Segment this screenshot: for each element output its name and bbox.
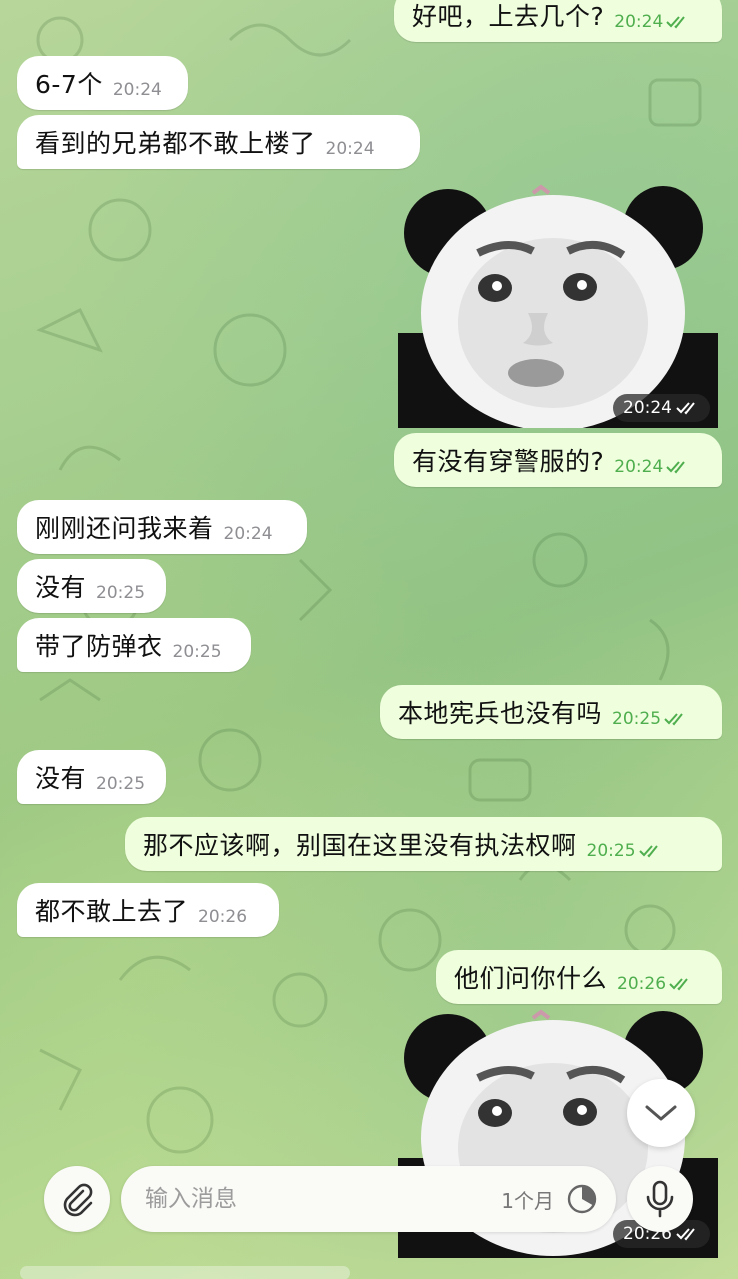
message-bubble-outgoing[interactable]: 他们问你什么 20:26 [436, 950, 722, 1004]
message-time: 20:24 [325, 139, 375, 159]
scroll-to-bottom-button[interactable] [627, 1079, 695, 1147]
message-bubble-incoming[interactable]: 刚刚还问我来着 20:24 [17, 500, 307, 554]
panda-face-sticker [398, 184, 718, 428]
message-time: 20:25 [586, 841, 636, 861]
message-bubble-outgoing[interactable]: 有没有穿警服的? 20:24 [394, 433, 722, 487]
read-receipt-icon [676, 402, 695, 415]
read-receipt-icon [666, 461, 686, 474]
message-text: 都不敢上去了 [35, 897, 189, 926]
message-time: 20:26 [617, 974, 667, 994]
self-destruct-timer-icon[interactable] [566, 1183, 598, 1215]
message-text: 6-7个 [35, 70, 103, 99]
sticker-time-badge: 20:24 [613, 394, 710, 422]
message-bubble-incoming[interactable]: 没有 20:25 [17, 559, 166, 613]
message-text: 好吧，上去几个? [412, 2, 605, 31]
message-time: 20:24 [623, 398, 672, 418]
chevron-down-icon [645, 1105, 677, 1121]
attach-button[interactable] [44, 1166, 110, 1232]
message-text: 看到的兄弟都不敢上楼了 [35, 129, 316, 158]
message-text: 有没有穿警服的? [412, 447, 605, 476]
message-text: 刚刚还问我来着 [35, 514, 214, 543]
voice-record-button[interactable] [627, 1166, 693, 1232]
message-text: 带了防弹衣 [35, 632, 163, 661]
message-time: 20:25 [96, 583, 146, 603]
read-receipt-icon [676, 1228, 695, 1241]
message-time: 20:25 [172, 642, 222, 662]
message-time: 20:24 [223, 524, 273, 544]
microphone-icon [646, 1180, 674, 1218]
message-time: 20:25 [96, 774, 146, 794]
message-text: 本地宪兵也没有吗 [398, 699, 603, 728]
read-receipt-icon [669, 978, 688, 991]
message-bubble-incoming[interactable]: 带了防弹衣 20:25 [17, 618, 251, 672]
home-indicator [20, 1266, 350, 1279]
message-bubble-outgoing[interactable]: 好吧，上去几个? 20:24 [394, 0, 722, 42]
message-time: 20:24 [614, 457, 664, 477]
message-text: 没有 [35, 573, 87, 602]
message-time: 20:24 [614, 12, 664, 32]
read-receipt-icon [664, 713, 683, 726]
message-bubble-outgoing[interactable]: 本地宪兵也没有吗 20:25 [380, 685, 722, 739]
self-destruct-timer-label[interactable]: 1个月 [501, 1185, 554, 1214]
message-composer[interactable]: 1个月 [121, 1166, 616, 1232]
message-bubble-outgoing[interactable]: 那不应该啊，别国在这里没有执法权啊 20:25 [125, 817, 722, 871]
message-time: 20:26 [198, 907, 248, 927]
sticker-message[interactable]: 20:24 [398, 183, 718, 428]
message-time: 20:24 [112, 80, 162, 100]
message-text: 没有 [35, 764, 87, 793]
read-receipt-icon [666, 16, 686, 29]
read-receipt-icon [638, 845, 658, 858]
message-text: 他们问你什么 [454, 964, 608, 993]
message-bubble-incoming[interactable]: 看到的兄弟都不敢上楼了 20:24 [17, 115, 420, 169]
paperclip-icon [63, 1183, 93, 1217]
message-text: 那不应该啊，别国在这里没有执法权啊 [143, 831, 577, 860]
message-bubble-incoming[interactable]: 没有 20:25 [17, 750, 166, 804]
message-time: 20:25 [612, 709, 662, 729]
message-bubble-incoming[interactable]: 都不敢上去了 20:26 [17, 883, 279, 937]
message-input[interactable] [143, 1185, 502, 1213]
message-list[interactable]: 好吧，上去几个? 20:24 6-7个 20:24 看到的兄弟都不敢上楼了 20… [0, 0, 738, 1279]
message-bubble-incoming[interactable]: 6-7个 20:24 [17, 56, 188, 110]
